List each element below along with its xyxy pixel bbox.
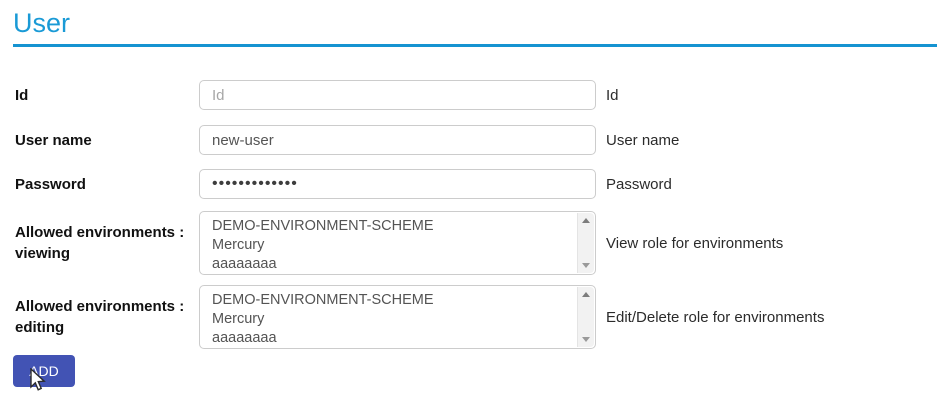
env-viewing-label: Allowed environments : viewing (13, 222, 199, 264)
id-input[interactable] (199, 80, 596, 110)
env-editing-label: Allowed environments : editing (13, 296, 199, 338)
form-row-env-editing: Allowed environments : editing DEMO-ENVI… (13, 285, 937, 349)
env-editing-option[interactable]: Mercury (212, 310, 575, 329)
form-row-username: User name User name (13, 125, 937, 155)
env-editing-listbox[interactable]: DEMO-ENVIRONMENT-SCHEME Mercury aaaaaaaa (199, 285, 596, 349)
id-help-text: Id (606, 87, 619, 104)
password-input[interactable] (199, 169, 596, 199)
scroll-down-icon[interactable] (582, 337, 590, 342)
user-form: Id Id User name User name Password Passw… (13, 80, 937, 387)
id-label: Id (13, 85, 199, 106)
env-viewing-option[interactable]: DEMO-ENVIRONMENT-SCHEME (212, 217, 575, 236)
scroll-up-icon[interactable] (582, 292, 590, 297)
env-viewing-scrollbar[interactable] (577, 213, 594, 273)
page-title: User (13, 8, 937, 38)
username-input[interactable] (199, 125, 596, 155)
username-label: User name (13, 130, 199, 151)
add-button[interactable]: ADD (13, 355, 75, 387)
form-row-password: Password Password (13, 169, 937, 199)
env-viewing-option[interactable]: Mercury (212, 236, 575, 255)
form-row-id: Id Id (13, 80, 937, 110)
user-form-page: User Id Id User name User name Password … (0, 0, 943, 405)
scroll-down-icon[interactable] (582, 263, 590, 268)
password-label: Password (13, 174, 199, 195)
scroll-up-icon[interactable] (582, 218, 590, 223)
env-editing-option[interactable]: DEMO-ENVIRONMENT-SCHEME (212, 291, 575, 310)
env-viewing-option[interactable]: aaaaaaaa (212, 255, 575, 274)
env-editing-scrollbar[interactable] (577, 287, 594, 347)
env-viewing-listbox[interactable]: DEMO-ENVIRONMENT-SCHEME Mercury aaaaaaaa (199, 211, 596, 275)
form-row-env-viewing: Allowed environments : viewing DEMO-ENVI… (13, 211, 937, 275)
env-editing-option[interactable]: aaaaaaaa (212, 329, 575, 348)
username-help-text: User name (606, 132, 679, 149)
password-help-text: Password (606, 176, 672, 193)
env-editing-help-text: Edit/Delete role for environments (606, 309, 824, 326)
title-divider (13, 44, 937, 47)
env-viewing-help-text: View role for environments (606, 235, 783, 252)
